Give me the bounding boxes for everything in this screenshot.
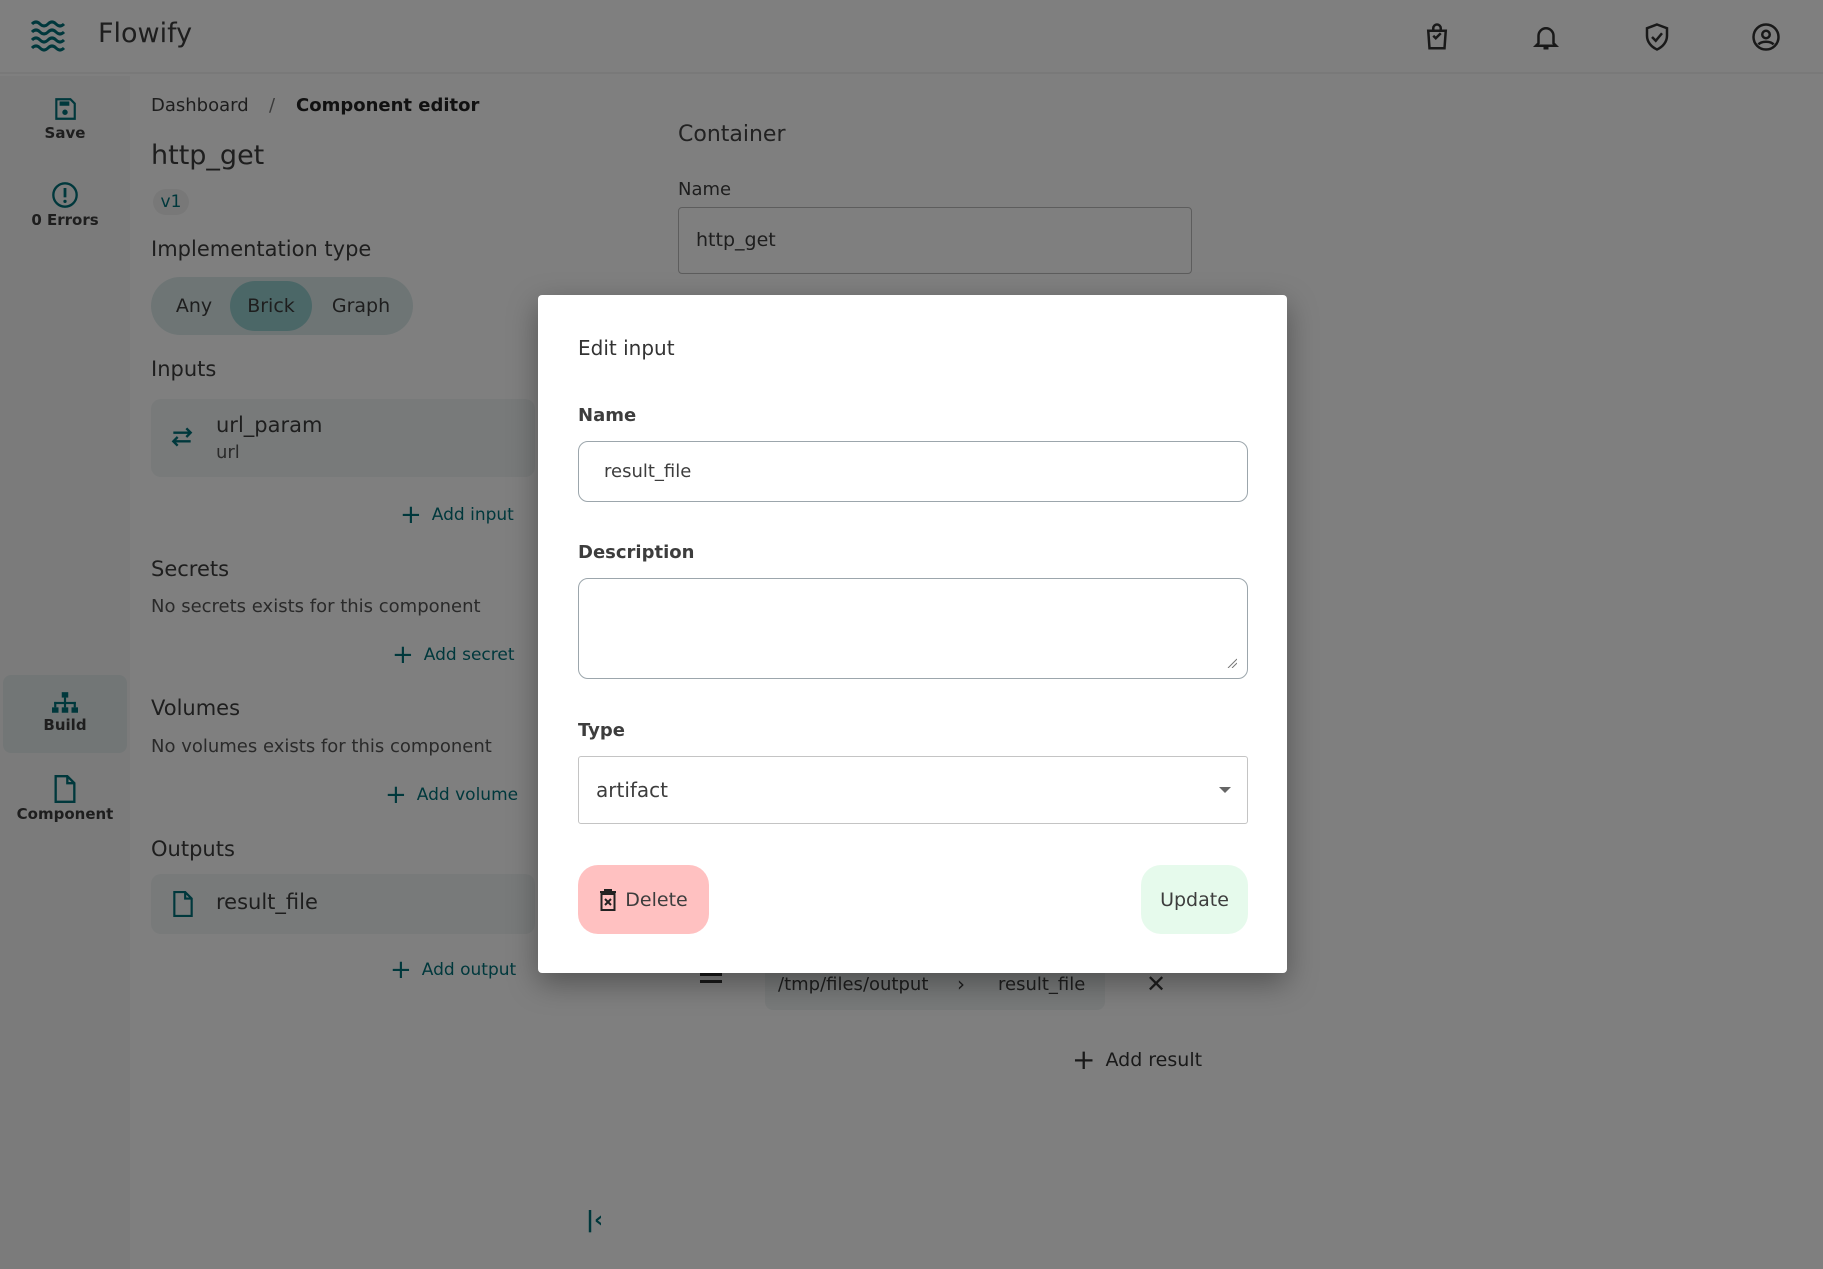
edit-input-dialog: Edit input Name result_file Description … [538,295,1287,973]
type-select[interactable]: artifact [578,756,1248,824]
delete-forever-icon [600,888,617,911]
dropdown-arrow-icon [1219,787,1231,793]
description-label: Description [578,542,695,563]
type-select-value: artifact [596,778,669,802]
delete-button[interactable]: Delete [578,865,709,934]
update-button[interactable]: Update [1141,865,1248,934]
name-input[interactable]: result_file [578,441,1248,502]
dialog-title: Edit input [578,336,675,360]
delete-label: Delete [625,888,688,911]
type-label: Type [578,720,625,741]
name-label: Name [578,405,637,426]
resize-handle-icon[interactable] [1227,658,1237,668]
description-textarea[interactable] [578,578,1248,679]
